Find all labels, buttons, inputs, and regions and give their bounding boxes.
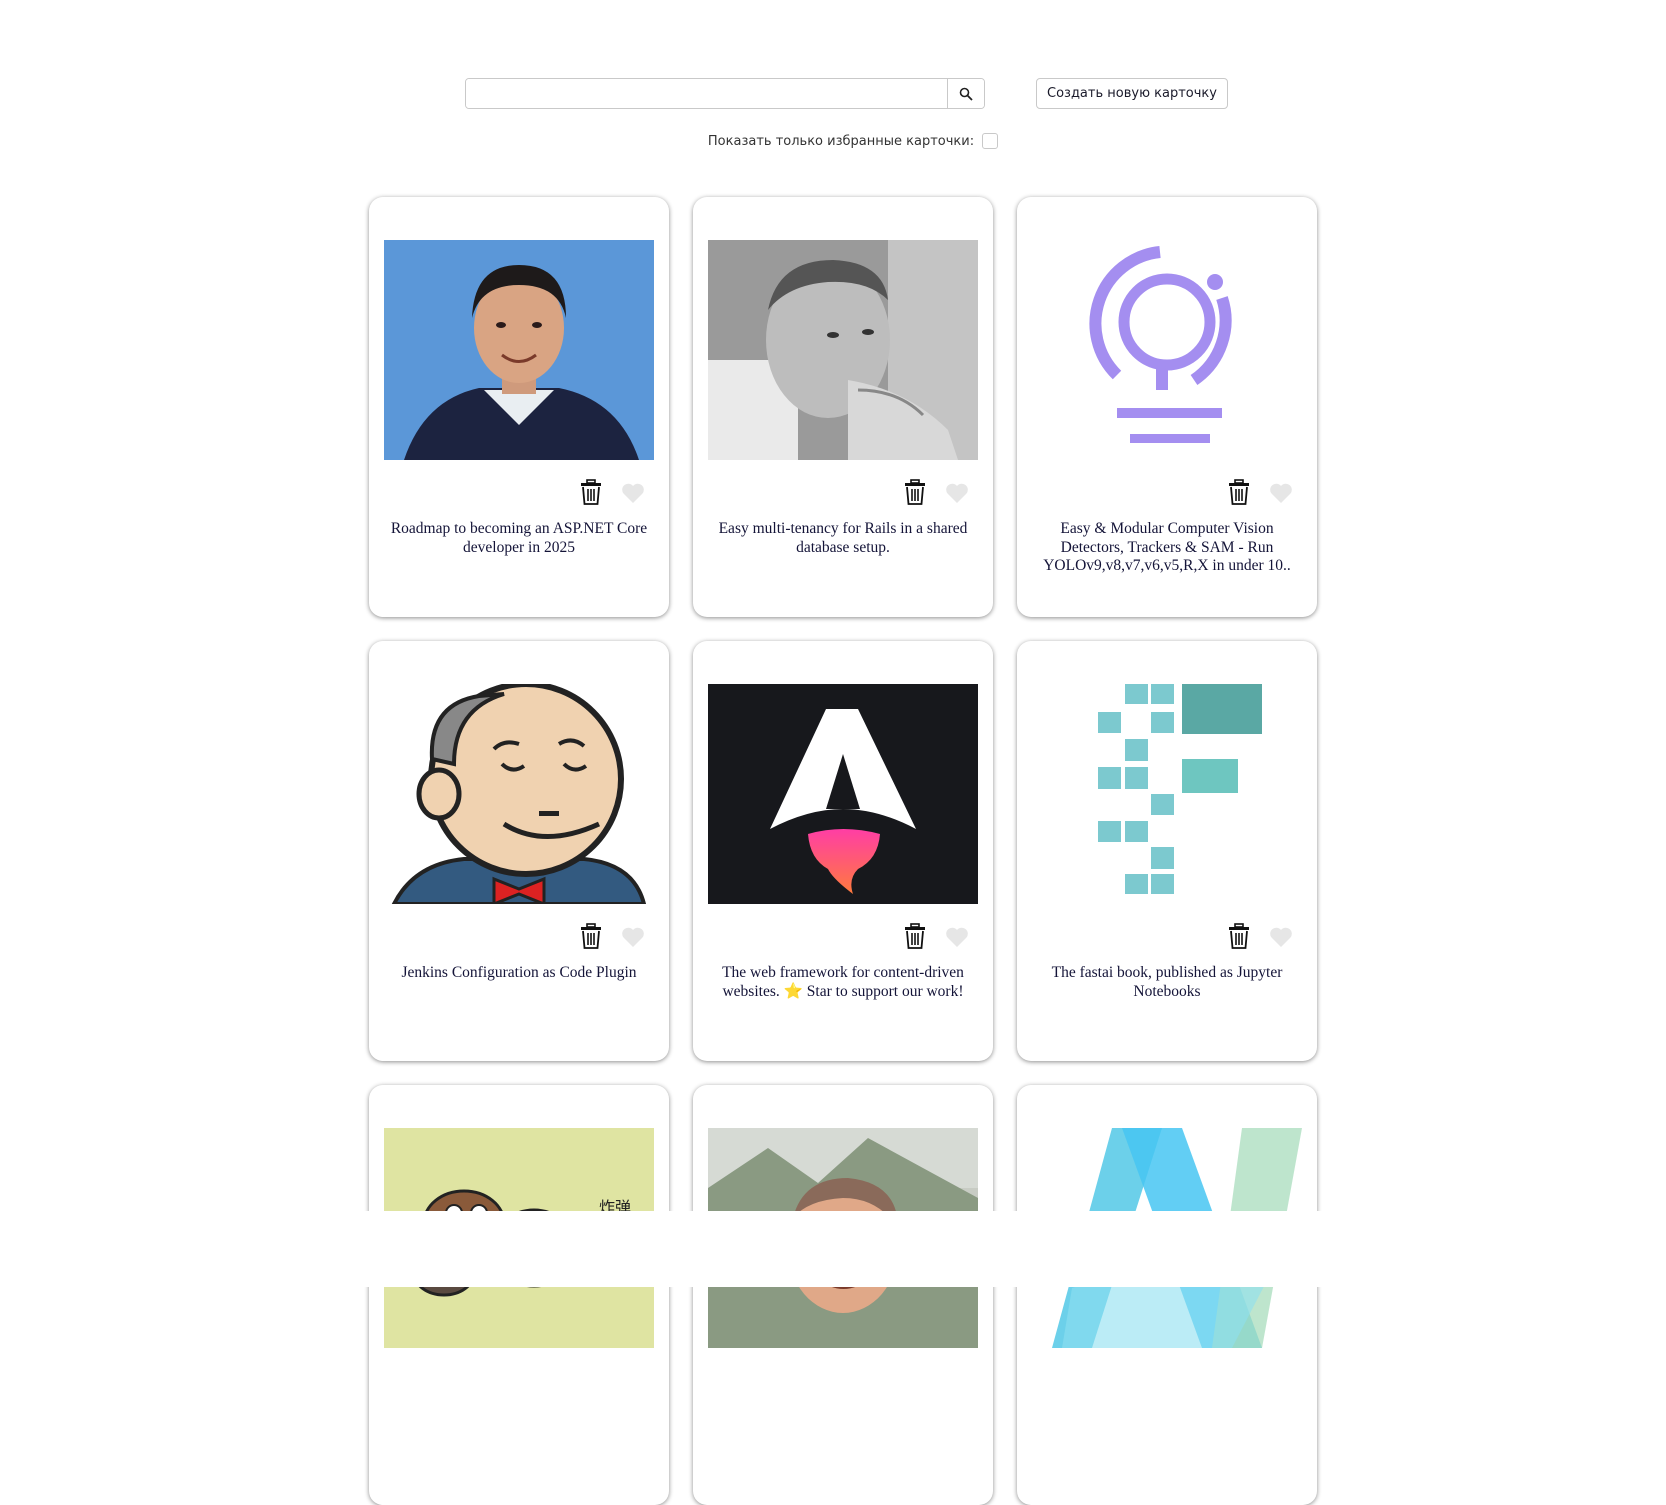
search-icon xyxy=(959,87,973,101)
card-title: The web framework for content-driven web… xyxy=(722,964,964,1000)
heart-icon[interactable] xyxy=(945,926,969,948)
search-input[interactable] xyxy=(466,79,947,108)
favorites-checkbox[interactable] xyxy=(982,133,999,149)
favorites-filter: Показать только избранные карточки: xyxy=(0,133,1666,149)
trash-icon[interactable] xyxy=(1228,479,1250,505)
viewport-bottom-mask xyxy=(0,1211,1666,1287)
heart-icon[interactable] xyxy=(621,926,645,948)
card-actions xyxy=(1017,921,1317,951)
card[interactable]: Easy multi-tenancy for Rails in a shared… xyxy=(693,197,993,617)
card-actions xyxy=(1017,477,1317,507)
card[interactable]: Roadmap to becoming an ASP.NET Core deve… xyxy=(369,197,669,617)
card[interactable]: The web framework for content-driven web… xyxy=(693,641,993,1061)
create-card-button[interactable]: Создать новую карточку xyxy=(1036,78,1228,109)
heart-icon[interactable] xyxy=(1269,926,1293,948)
card[interactable] xyxy=(693,1085,993,1505)
card-actions xyxy=(693,477,993,507)
card-title: The fastai book, published as Jupyter No… xyxy=(1051,964,1283,1000)
card[interactable] xyxy=(1017,1085,1317,1505)
trash-icon[interactable] xyxy=(1228,923,1250,949)
card-image xyxy=(384,684,654,904)
card-title: Roadmap to becoming an ASP.NET Core deve… xyxy=(390,520,648,556)
card-title: Easy multi-tenancy for Rails in a shared… xyxy=(718,520,968,556)
card[interactable]: Easy & Modular Computer Vision Detectors… xyxy=(1017,197,1317,617)
card-title: Jenkins Configuration as Code Plugin xyxy=(401,964,637,981)
heart-icon[interactable] xyxy=(1269,482,1293,504)
heart-icon[interactable] xyxy=(621,482,645,504)
card-actions xyxy=(693,921,993,951)
trash-icon[interactable] xyxy=(904,923,926,949)
card[interactable]: Jenkins Configuration as Code Plugin xyxy=(369,641,669,1061)
trash-icon[interactable] xyxy=(904,479,926,505)
card-image xyxy=(708,684,978,904)
card-actions xyxy=(369,477,669,507)
search-button[interactable] xyxy=(947,79,984,108)
card-image xyxy=(708,240,978,460)
card-image xyxy=(1032,240,1302,460)
card-title: Easy & Modular Computer Vision Detectors… xyxy=(1043,520,1291,574)
search-bar xyxy=(465,78,985,109)
card-image xyxy=(384,240,654,460)
heart-icon[interactable] xyxy=(945,482,969,504)
trash-icon[interactable] xyxy=(580,479,602,505)
favorites-filter-label: Показать только избранные карточки: xyxy=(707,133,975,149)
trash-icon[interactable] xyxy=(580,923,602,949)
card[interactable]: The fastai book, published as Jupyter No… xyxy=(1017,641,1317,1061)
card[interactable]: 炸弹 xyxy=(369,1085,669,1505)
card-image xyxy=(1032,684,1302,904)
card-actions xyxy=(369,921,669,951)
